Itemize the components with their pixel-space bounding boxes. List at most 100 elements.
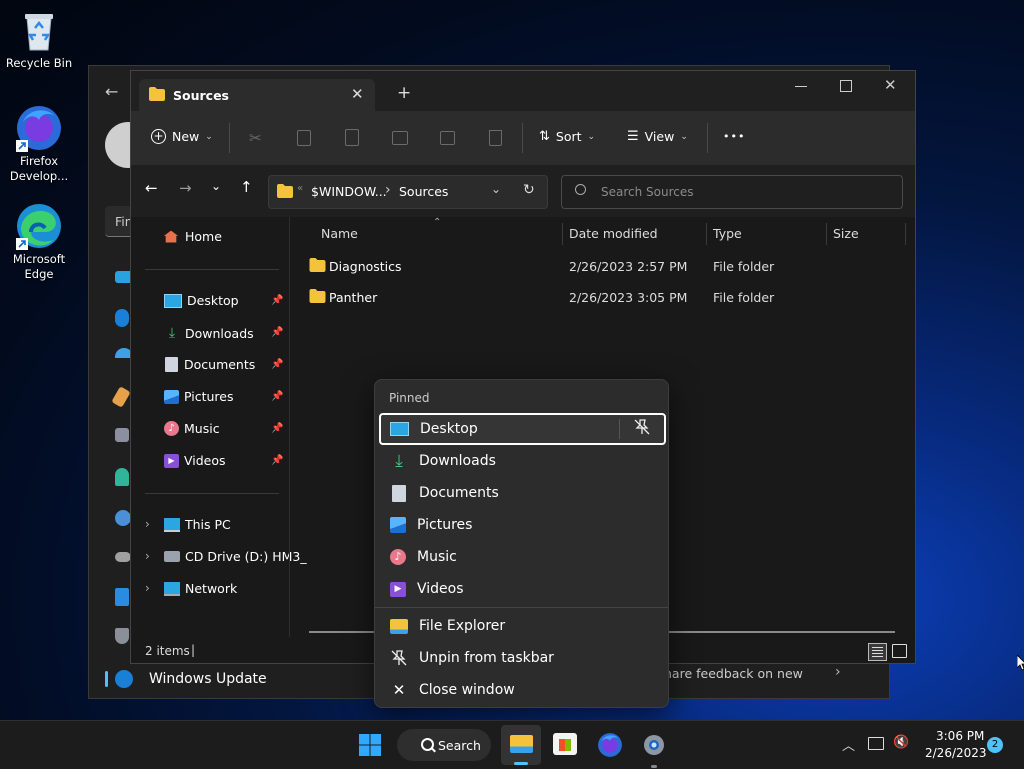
nav-item-home[interactable]: Home (164, 229, 222, 244)
volume-muted-icon[interactable]: 🔇 (893, 735, 909, 750)
sort-button[interactable]: ⇅ Sort ⌄ (539, 129, 595, 144)
column-header-size[interactable]: Size (833, 226, 859, 241)
nav-item-videos[interactable]: ▶ Videos (164, 453, 226, 468)
pin-icon[interactable]: 📌 (271, 359, 283, 370)
breadcrumb-current[interactable]: Sources (399, 184, 448, 199)
nav-item-cd-drive[interactable]: CD Drive (D:) HM3_ (164, 549, 307, 564)
nav-pane-splitter[interactable] (289, 217, 290, 637)
desktop-icon-edge[interactable]: Microsoft Edge (1, 202, 77, 282)
expand-chevron-icon[interactable]: › (145, 549, 150, 563)
desktop-icon-firefox-dev[interactable]: Firefox Develop... (1, 104, 77, 184)
unpin-icon[interactable] (633, 418, 651, 436)
clock-time[interactable]: 3:06 PM (936, 729, 984, 743)
column-divider[interactable] (706, 223, 707, 245)
nav-item-this-pc[interactable]: This PC (164, 517, 231, 532)
tab-sources[interactable]: Sources ✕ (139, 79, 375, 111)
gaming-icon[interactable] (115, 552, 131, 562)
address-dropdown-icon[interactable]: ⌄ (491, 182, 501, 196)
close-window-icon[interactable]: ✕ (884, 76, 897, 94)
taskbar-file-explorer[interactable] (501, 725, 541, 765)
column-divider[interactable] (826, 223, 827, 245)
taskbar-store[interactable] (553, 733, 577, 755)
taskbar-firefox-developer[interactable] (597, 732, 623, 758)
nav-item-desktop[interactable]: Desktop (164, 293, 239, 308)
column-header-type[interactable]: Type (713, 226, 742, 241)
column-header-name[interactable]: Name (321, 226, 358, 241)
pin-icon[interactable]: 📌 (271, 295, 283, 306)
rename-icon[interactable] (392, 131, 408, 145)
feedback-link[interactable]: hare feedback on new (664, 666, 803, 681)
time-language-icon[interactable] (115, 510, 131, 526)
back-icon[interactable]: ← (145, 179, 158, 197)
nav-item-downloads[interactable]: ⤓ Downloads (164, 325, 254, 341)
task-close-window[interactable]: ✕ Close window (375, 674, 668, 706)
accessibility-icon[interactable] (115, 588, 129, 606)
column-divider[interactable] (905, 223, 906, 245)
taskbar-search-button[interactable]: Search (397, 729, 491, 761)
close-tab-icon[interactable]: ✕ (351, 85, 364, 103)
table-row[interactable]: Diagnostics 2/26/2023 2:57 PM File folde… (301, 251, 905, 279)
mouse-cursor (1017, 655, 1024, 671)
task-unpin-from-taskbar[interactable]: Unpin from taskbar (375, 642, 668, 674)
details-view-icon[interactable] (868, 643, 887, 661)
tiles-view-icon[interactable] (892, 644, 907, 658)
column-divider[interactable] (562, 223, 563, 245)
new-button[interactable]: + New ⌄ (151, 129, 213, 144)
back-arrow-icon[interactable]: ← (105, 82, 118, 101)
pinned-item-music[interactable]: ♪ Music (375, 541, 668, 573)
pinned-item-documents[interactable]: Documents (375, 477, 668, 509)
show-hidden-icons-icon[interactable]: ︿ (842, 735, 855, 754)
personalization-icon[interactable] (111, 386, 131, 408)
nav-item-network[interactable]: Network (164, 581, 237, 596)
notification-badge[interactable]: 2 (987, 737, 1003, 753)
delete-icon[interactable] (489, 130, 502, 146)
network-status-icon[interactable] (868, 737, 884, 750)
maximize-icon[interactable] (840, 80, 852, 92)
paste-icon[interactable] (345, 129, 359, 146)
chevron-down-icon: ⌄ (205, 131, 213, 142)
pinned-item-downloads[interactable]: ⤓ Downloads (375, 445, 668, 477)
accounts-icon[interactable] (115, 468, 129, 486)
table-row[interactable]: Panther 2/26/2023 3:05 PM File folder (301, 282, 905, 310)
desktop-icon-recycle-bin[interactable]: Recycle Bin (1, 6, 77, 71)
more-options-icon[interactable]: ••• (723, 130, 745, 143)
apps-icon[interactable] (115, 428, 129, 442)
nav-item-documents[interactable]: Documents (164, 357, 255, 372)
address-bar[interactable]: « $WINDOW... › Sources ⌄ ↻ (268, 175, 548, 209)
new-tab-button[interactable]: + (397, 83, 411, 103)
expand-chevron-icon[interactable]: › (145, 517, 150, 531)
pin-icon[interactable]: 📌 (271, 423, 283, 434)
breadcrumb-overflow[interactable]: « (297, 183, 303, 194)
pinned-item-desktop[interactable]: Desktop (379, 413, 666, 445)
nav-item-music[interactable]: ♪ Music (164, 421, 220, 436)
start-button[interactable] (358, 733, 382, 757)
expand-chevron-icon[interactable]: › (145, 581, 150, 595)
pictures-icon (390, 517, 406, 533)
search-input[interactable]: Search Sources (561, 175, 903, 209)
pin-icon[interactable]: 📌 (271, 455, 283, 466)
up-icon[interactable]: ↑ (240, 178, 253, 196)
taskbar-search-label: Search (438, 738, 481, 753)
refresh-icon[interactable]: ↻ (523, 182, 535, 198)
clock-date[interactable]: 2/26/2023 (925, 746, 987, 760)
chevron-right-icon[interactable]: › (835, 664, 841, 680)
taskbar-settings[interactable] (641, 732, 667, 768)
nav-item-pictures[interactable]: Pictures (164, 389, 234, 404)
bluetooth-icon[interactable] (115, 309, 129, 327)
pin-icon[interactable]: 📌 (271, 327, 283, 338)
task-file-explorer[interactable]: File Explorer (375, 610, 668, 642)
windows-update-nav-item[interactable]: Windows Update (103, 666, 383, 694)
pinned-item-videos[interactable]: ▶ Videos (375, 573, 668, 605)
forward-icon[interactable]: → (179, 179, 192, 197)
copy-icon[interactable] (297, 130, 311, 146)
minimize-icon[interactable] (795, 86, 807, 87)
recent-locations-icon[interactable]: ⌄ (211, 179, 221, 193)
cut-icon[interactable]: ✂ (249, 129, 262, 147)
breadcrumb-root[interactable]: $WINDOW... (311, 184, 387, 199)
privacy-security-icon[interactable] (115, 628, 129, 644)
pin-icon[interactable]: 📌 (271, 391, 283, 402)
pinned-item-pictures[interactable]: Pictures (375, 509, 668, 541)
view-button[interactable]: ☰ View ⌄ (627, 129, 688, 144)
share-icon[interactable] (440, 131, 455, 145)
column-header-date[interactable]: Date modified (569, 226, 658, 241)
